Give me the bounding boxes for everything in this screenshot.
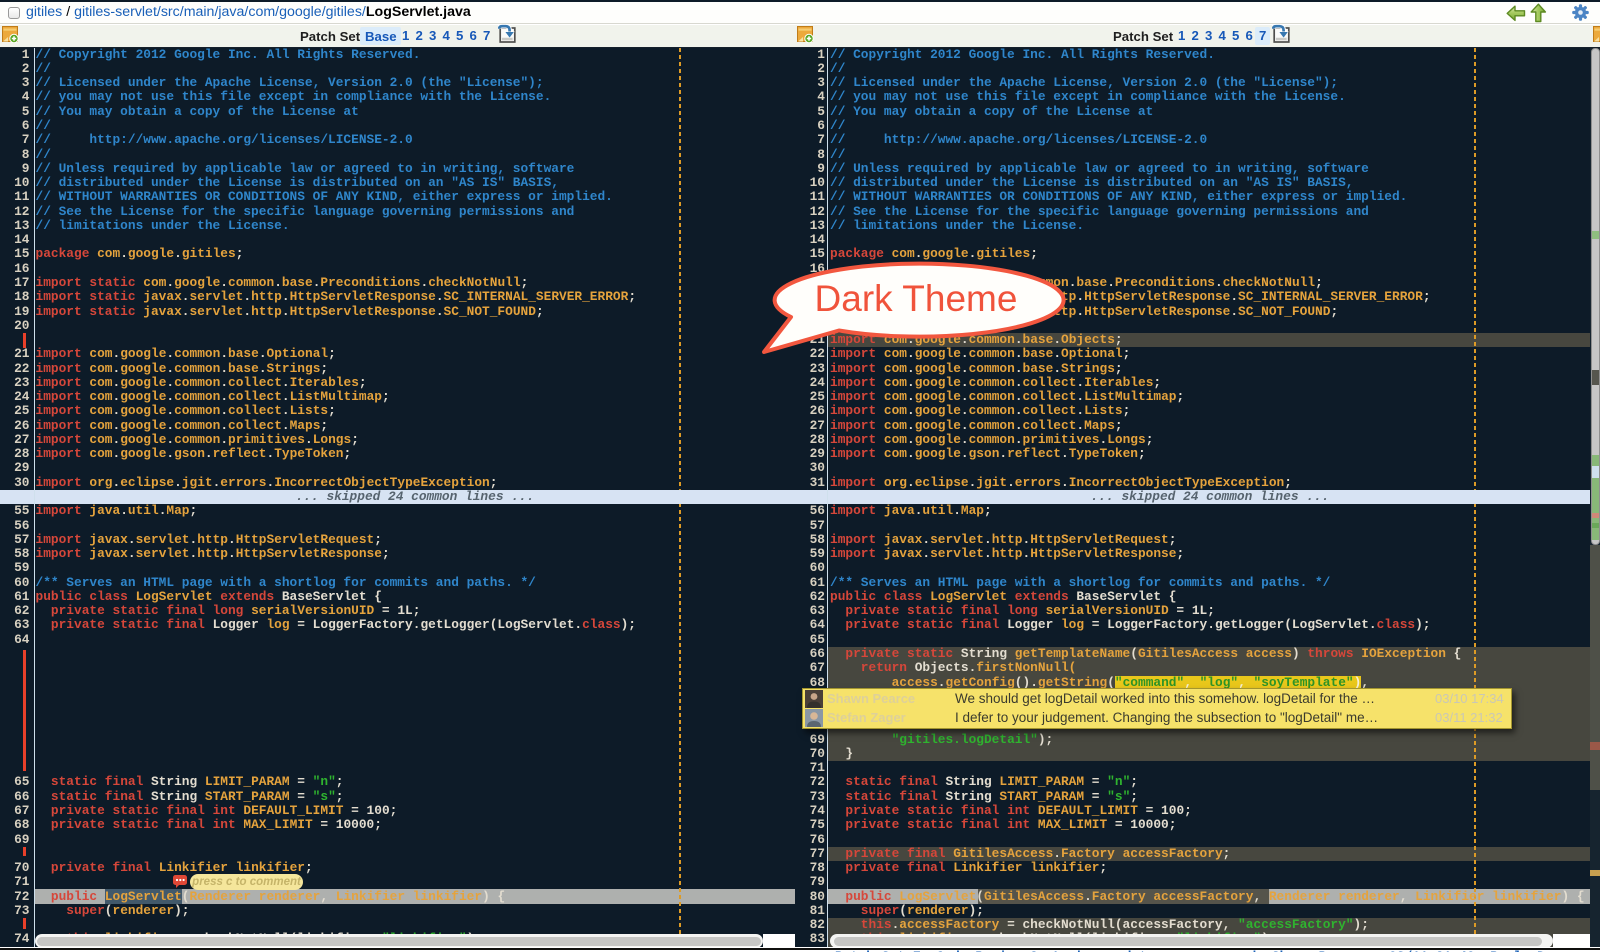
svg-text:Dark Theme: Dark Theme <box>815 278 1018 319</box>
